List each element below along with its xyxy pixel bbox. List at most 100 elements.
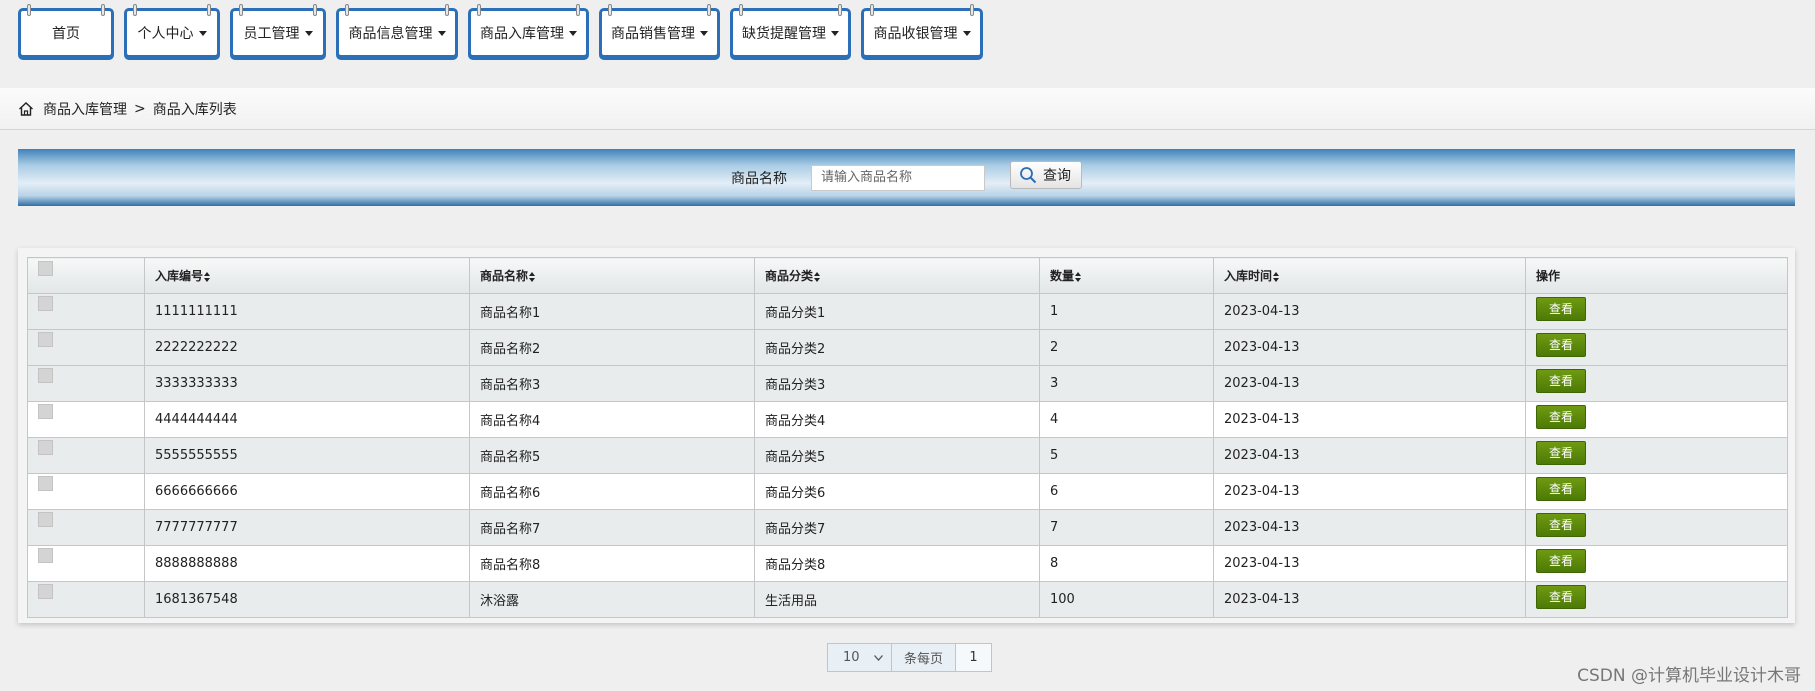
nav-home-label: 首页	[52, 26, 80, 42]
cell-category: 商品分类4	[754, 401, 1040, 438]
table-row: 4444444444 商品名称4 商品分类4 4 2023-04-13 查看	[27, 401, 1788, 438]
cell-category: 商品分类7	[754, 509, 1040, 546]
row-checkbox[interactable]	[38, 584, 53, 599]
sort-icon	[529, 271, 536, 282]
cell-category: 商品分类1	[754, 293, 1040, 330]
table-row: 1111111111 商品名称1 商品分类1 1 2023-04-13 查看	[27, 293, 1788, 330]
cell-id: 2222222222	[144, 329, 470, 366]
cell-quantity: 6	[1039, 473, 1214, 510]
nav-stockout-alert-management-label: 缺货提醒管理	[742, 26, 826, 42]
row-checkbox[interactable]	[38, 476, 53, 491]
breadcrumb-separator: >	[134, 100, 146, 117]
row-checkbox[interactable]	[38, 404, 53, 419]
cell-time: 2023-04-13	[1213, 581, 1526, 618]
nav-product-info-management[interactable]: 商品信息管理	[336, 4, 458, 60]
page-size-value: 10	[843, 650, 860, 665]
chevron-down-icon	[874, 654, 883, 661]
view-button[interactable]: 查看	[1536, 548, 1586, 573]
cell-quantity: 4	[1039, 401, 1214, 438]
search-bar: 商品名称 查询	[18, 149, 1795, 206]
nav-product-info-management-label: 商品信息管理	[348, 26, 433, 42]
cell-time: 2023-04-13	[1213, 401, 1526, 438]
sort-icon	[1273, 271, 1280, 282]
search-button-label: 查询	[1043, 167, 1071, 184]
cell-name: 商品名称2	[469, 329, 755, 366]
cell-name: 商品名称6	[469, 473, 755, 510]
cell-id: 1681367548	[144, 581, 470, 618]
column-header-quantity[interactable]: 数量	[1039, 257, 1214, 294]
search-label: 商品名称	[731, 170, 787, 187]
cell-quantity: 2	[1039, 329, 1214, 366]
nav-stockout-alert-management[interactable]: 缺货提醒管理	[730, 4, 851, 60]
cell-time: 2023-04-13	[1213, 509, 1526, 546]
view-button[interactable]: 查看	[1536, 368, 1586, 393]
cell-id: 7777777777	[144, 509, 470, 546]
top-nav: 首页 个人中心 员工管理 商品信息管理 商品入库管理 商品销售管理 缺货提醒管理…	[0, 0, 1815, 80]
view-button[interactable]: 查看	[1536, 404, 1586, 429]
nav-personal-center[interactable]: 个人中心	[124, 4, 220, 60]
view-button[interactable]: 查看	[1536, 332, 1586, 357]
cell-category: 商品分类3	[754, 365, 1040, 402]
column-header-id-label: 入库编号	[155, 269, 204, 283]
view-button[interactable]: 查看	[1536, 440, 1586, 465]
table-row: 5555555555 商品名称5 商品分类5 5 2023-04-13 查看	[27, 437, 1788, 474]
view-button[interactable]: 查看	[1536, 512, 1586, 537]
cell-name: 商品名称4	[469, 401, 755, 438]
column-header-time-label: 入库时间	[1224, 269, 1273, 283]
breadcrumb-section[interactable]: 商品入库管理	[43, 99, 127, 119]
chevron-down-icon	[304, 30, 313, 36]
table-row: 7777777777 商品名称7 商品分类7 7 2023-04-13 查看	[27, 509, 1788, 546]
cell-quantity: 5	[1039, 437, 1214, 474]
cell-name: 商品名称5	[469, 437, 755, 474]
cell-category: 商品分类2	[754, 329, 1040, 366]
chevron-down-icon	[962, 30, 971, 36]
row-checkbox[interactable]	[38, 296, 53, 311]
nav-staff-management[interactable]: 员工管理	[230, 4, 326, 60]
nav-home[interactable]: 首页	[18, 4, 114, 60]
page-number-current[interactable]: 1	[955, 644, 992, 671]
stock-in-table: 入库编号 商品名称 商品分类 数量 入库时间 操作 1111111111 商品名…	[27, 257, 1788, 618]
cell-category: 商品分类5	[754, 437, 1040, 474]
select-all-cell	[27, 257, 145, 294]
cell-id: 1111111111	[144, 293, 470, 330]
cell-quantity: 7	[1039, 509, 1214, 546]
cell-category: 生活用品	[754, 581, 1040, 618]
view-button[interactable]: 查看	[1536, 296, 1586, 321]
row-checkbox[interactable]	[38, 332, 53, 347]
nav-sales-management-label: 商品销售管理	[611, 26, 695, 42]
search-button[interactable]: 查询	[1010, 160, 1082, 189]
nav-sales-management[interactable]: 商品销售管理	[599, 4, 720, 60]
sort-icon	[814, 271, 821, 282]
cell-time: 2023-04-13	[1213, 329, 1526, 366]
table-row: 3333333333 商品名称3 商品分类3 3 2023-04-13 查看	[27, 365, 1788, 402]
nav-staff-management-label: 员工管理	[243, 26, 300, 42]
select-all-checkbox[interactable]	[38, 260, 53, 276]
cell-time: 2023-04-13	[1213, 365, 1526, 402]
column-header-time[interactable]: 入库时间	[1213, 257, 1526, 294]
column-header-category[interactable]: 商品分类	[754, 257, 1040, 294]
row-checkbox[interactable]	[38, 512, 53, 527]
chevron-down-icon	[198, 30, 207, 36]
table-row: 6666666666 商品名称6 商品分类6 6 2023-04-13 查看	[27, 473, 1788, 510]
cell-id: 5555555555	[144, 437, 470, 474]
view-button[interactable]: 查看	[1536, 584, 1586, 609]
column-header-operations-label: 操作	[1536, 269, 1561, 283]
row-checkbox[interactable]	[38, 548, 53, 563]
row-checkbox[interactable]	[38, 368, 53, 383]
cell-name: 商品名称7	[469, 509, 755, 546]
view-button[interactable]: 查看	[1536, 476, 1586, 501]
search-input[interactable]	[811, 164, 985, 191]
column-header-name[interactable]: 商品名称	[469, 257, 755, 294]
home-icon[interactable]	[18, 101, 34, 117]
nav-stock-in-management[interactable]: 商品入库管理	[468, 4, 589, 60]
watermark: CSDN @计算机毕业设计木哥	[1577, 666, 1801, 686]
column-header-category-label: 商品分类	[765, 269, 814, 283]
cell-id: 6666666666	[144, 473, 470, 510]
cell-name: 商品名称3	[469, 365, 755, 402]
nav-cashier-management[interactable]: 商品收银管理	[861, 4, 983, 60]
per-page-label: 条每页	[904, 652, 944, 667]
row-checkbox[interactable]	[38, 440, 53, 455]
page-size-select[interactable]: 10	[828, 644, 892, 671]
cell-id: 4444444444	[144, 401, 470, 438]
column-header-id[interactable]: 入库编号	[144, 257, 470, 294]
